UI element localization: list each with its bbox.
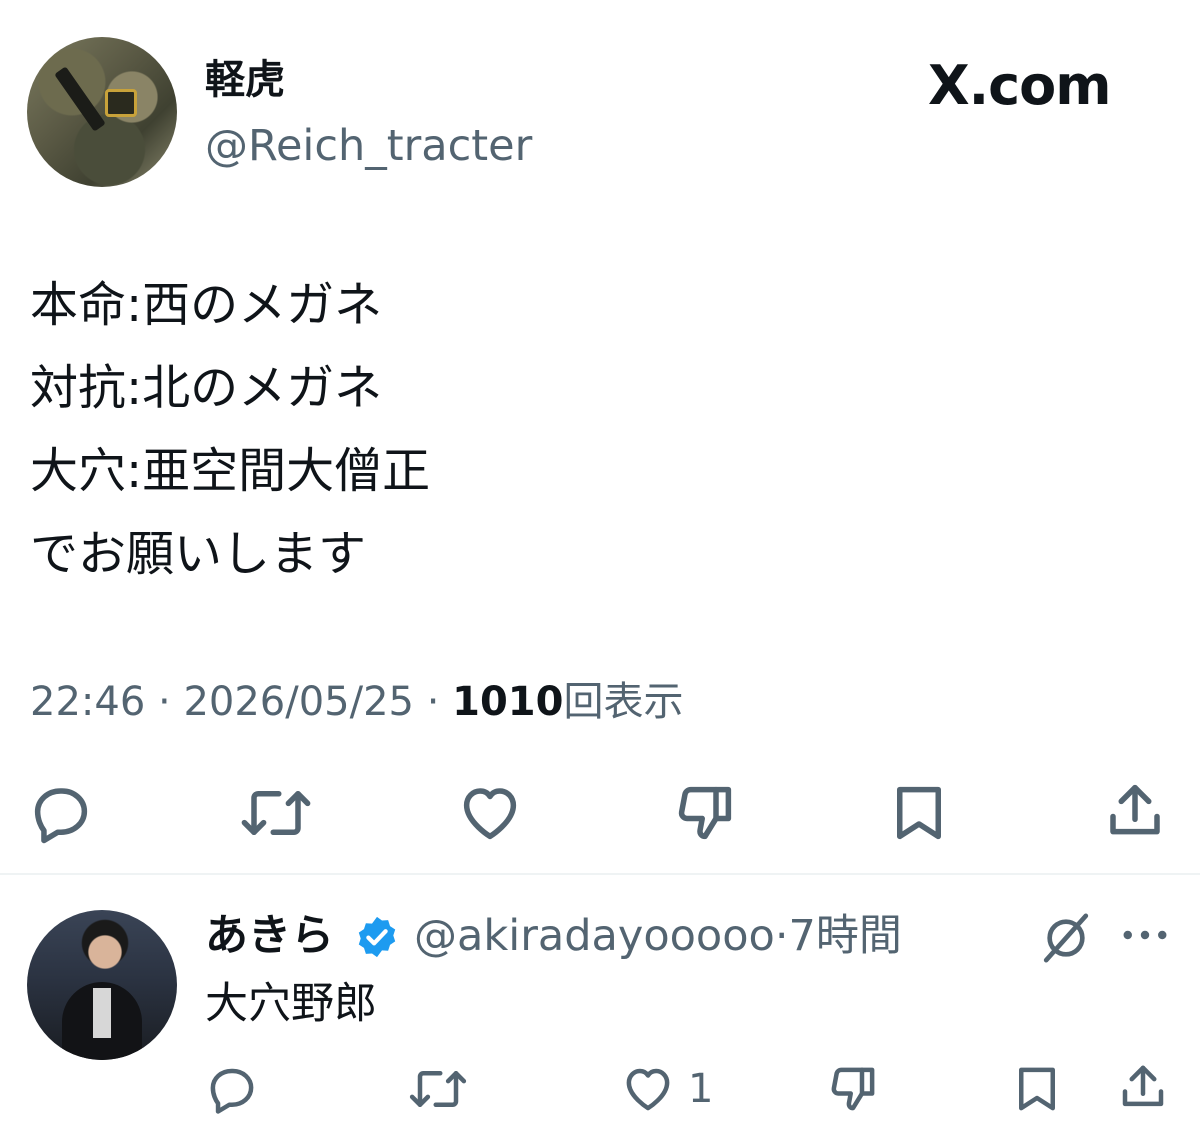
reply-handle-line: @akiradayooooo·7時間 [414, 906, 902, 966]
meta-separator: · [774, 911, 789, 961]
post-line-4: でお願いします [30, 526, 367, 582]
reply-display-name[interactable]: あきら [205, 906, 334, 966]
views-label: 回表示 [563, 679, 684, 725]
retweet-icon[interactable] [240, 780, 312, 846]
post-line-1: 本命:西のメガネ [30, 277, 383, 333]
post-meta: 22:46 · 2026/05/25 · 1010回表示 [30, 674, 683, 730]
share-icon[interactable] [1118, 1060, 1168, 1114]
like-count[interactable]: 1 [688, 1061, 713, 1117]
avatar-patch-shape [105, 89, 137, 117]
post-time[interactable]: 22:46 [30, 679, 145, 725]
heart-icon[interactable] [620, 1062, 676, 1116]
author-avatar[interactable] [27, 37, 177, 187]
reply-text: 大穴野郎 [205, 979, 377, 1029]
comment-icon[interactable] [205, 1062, 259, 1116]
share-icon[interactable] [1104, 778, 1166, 844]
retweet-icon[interactable] [408, 1062, 468, 1116]
heart-icon[interactable] [456, 780, 524, 846]
post-date[interactable]: 2026/05/25 [183, 679, 414, 725]
dislike-icon[interactable] [826, 1062, 880, 1116]
grok-icon[interactable] [1038, 912, 1094, 964]
avatar-shirt-shape [93, 988, 111, 1038]
bookmark-icon[interactable] [1012, 1062, 1062, 1116]
meta-separator: · [426, 679, 440, 725]
reply-age[interactable]: 7時間 [789, 911, 902, 961]
author-handle[interactable]: @Reich_tracter [205, 118, 532, 174]
verified-badge-icon [358, 916, 396, 958]
post-line-3: 大穴:亜空間大僧正 [30, 443, 431, 499]
more-options-icon[interactable] [1122, 925, 1168, 945]
views-count: 1010 [452, 679, 564, 725]
comment-icon[interactable] [28, 780, 94, 846]
avatar-rifle-shape [54, 66, 106, 132]
reply-avatar[interactable] [27, 910, 177, 1060]
x-com-logo: X.com [928, 54, 1112, 117]
meta-separator: · [158, 679, 171, 725]
divider [0, 873, 1200, 875]
reply-handle[interactable]: @akiradayooooo [414, 911, 775, 961]
post-line-2: 対抗:北のメガネ [30, 360, 383, 416]
bookmark-icon[interactable] [888, 780, 950, 846]
dislike-icon[interactable] [672, 780, 738, 846]
author-display-name[interactable]: 軽虎 [205, 52, 285, 108]
